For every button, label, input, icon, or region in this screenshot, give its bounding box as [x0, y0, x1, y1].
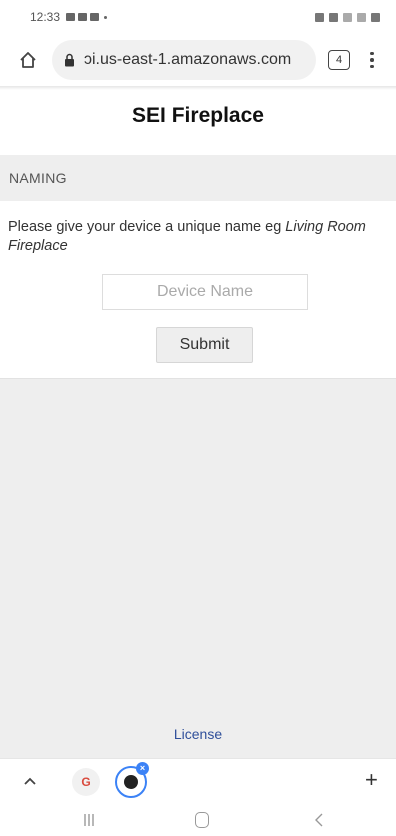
google-tab-button[interactable]: G	[72, 768, 100, 796]
toolbar-divider	[0, 86, 396, 90]
menu-dot-icon	[370, 51, 374, 56]
app-notification-icon-2	[90, 13, 100, 21]
gallery-notification-icon	[66, 13, 76, 21]
signal-icon	[357, 12, 366, 22]
recents-icon[interactable]	[82, 813, 96, 827]
content-area	[0, 378, 396, 758]
url-text: ɔi.us-east-1.amazonaws.com	[84, 51, 292, 68]
browser-toolbar: ɔi.us-east-1.amazonaws.com 4	[0, 34, 396, 86]
lock-icon	[64, 51, 78, 69]
mute-icon	[329, 12, 338, 22]
home-icon	[20, 52, 36, 68]
home-nav-icon[interactable]	[195, 812, 209, 828]
nfc-icon	[315, 12, 324, 22]
google-icon: G	[81, 775, 91, 789]
status-time: 12:33	[30, 10, 61, 24]
license-footer: License	[0, 726, 396, 742]
status-bar: 12:33	[0, 0, 396, 34]
globe-icon	[124, 775, 138, 789]
menu-dot-icon	[370, 64, 374, 69]
status-left: 12:33	[30, 10, 108, 24]
overflow-menu-button[interactable]	[366, 48, 378, 72]
chevron-up-icon[interactable]	[22, 773, 38, 789]
license-link[interactable]: License	[174, 726, 222, 742]
more-notifications-icon	[104, 15, 108, 19]
section-header: NAMING	[0, 155, 396, 201]
notification-icons	[66, 13, 108, 21]
instructions-prefix: Please give your device a unique name eg	[8, 219, 286, 235]
device-name-input[interactable]	[102, 274, 308, 310]
back-icon[interactable]	[314, 813, 324, 827]
instructions-text: Please give your device a unique name eg…	[8, 218, 388, 256]
new-tab-button[interactable]: +	[365, 768, 378, 792]
wifi-icon	[343, 12, 352, 22]
bottom-tab-bar: G × +	[0, 758, 396, 804]
close-tab-icon[interactable]: ×	[136, 762, 149, 775]
battery-icon	[371, 12, 380, 22]
status-right	[315, 12, 380, 22]
address-bar[interactable]: ɔi.us-east-1.amazonaws.com	[52, 40, 316, 80]
app-notification-icon	[78, 13, 88, 21]
tab-switcher-button[interactable]: 4	[328, 50, 350, 70]
submit-button[interactable]: Submit	[156, 327, 253, 363]
menu-dot-icon	[370, 58, 374, 62]
home-button[interactable]	[14, 46, 42, 74]
system-nav-bar	[0, 804, 396, 836]
page-title: SEI Fireplace	[132, 104, 264, 127]
